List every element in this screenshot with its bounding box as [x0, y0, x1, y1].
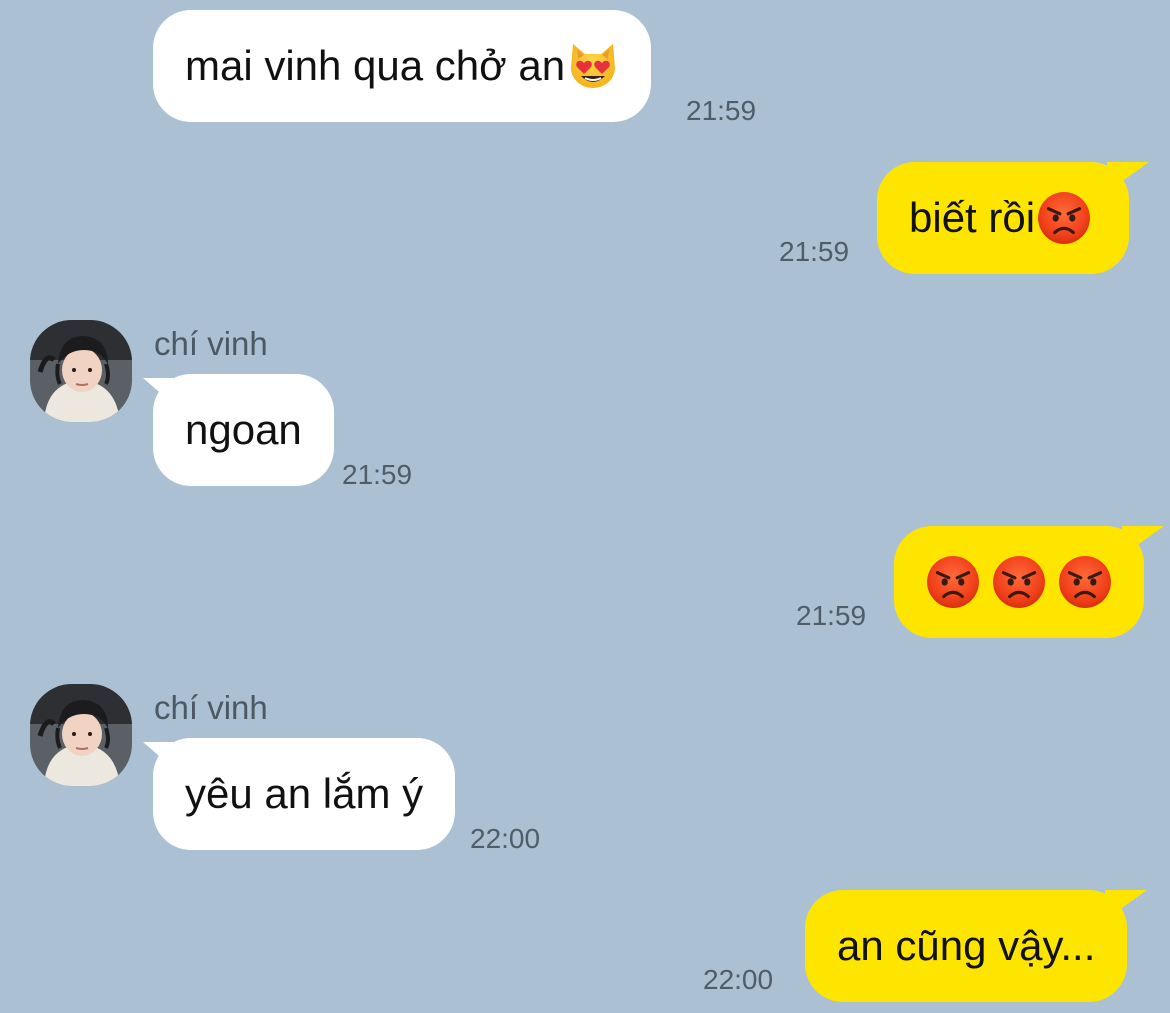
profile-photo — [30, 684, 132, 786]
angry-face-icon — [1037, 191, 1091, 245]
angry-face-icon — [1058, 555, 1112, 609]
bubble-tail — [143, 378, 173, 404]
message-bubble-incoming[interactable]: mai vinh qua chở an — [153, 10, 652, 122]
message-time: 21:59 — [796, 600, 867, 631]
message-time: 21:59 — [779, 236, 850, 267]
bubble-tail — [143, 742, 173, 768]
bubble-tail — [1105, 890, 1148, 920]
sender-name: chí vinh — [154, 689, 268, 726]
bubble-tail — [1107, 162, 1150, 192]
angry-face-icon — [926, 555, 980, 609]
profile-photo — [30, 320, 132, 422]
message-bubble-outgoing[interactable]: biết rồi — [877, 162, 1150, 274]
sender-name: chí vinh — [154, 325, 268, 362]
message-text: yêu an lắm ý — [185, 770, 424, 817]
message-bubble-outgoing[interactable] — [894, 526, 1164, 638]
heart-eyes-cat-icon — [567, 40, 619, 92]
message-text: mai vinh qua chở an — [185, 42, 566, 89]
message-bubble-incoming[interactable]: ngoan — [143, 374, 334, 486]
bubble-tail — [1122, 526, 1164, 556]
angry-face-icon — [992, 555, 1046, 609]
emoji-row — [926, 555, 1112, 609]
message-time: 21:59 — [342, 459, 413, 490]
message-text: an cũng vậy... — [837, 922, 1096, 969]
message-text: ngoan — [185, 406, 302, 453]
message-time: 22:00 — [470, 823, 541, 854]
message-time: 21:59 — [686, 95, 757, 126]
message-text: biết rồi — [909, 194, 1036, 241]
message-bubble-incoming[interactable]: yêu an lắm ý — [143, 738, 456, 850]
avatar[interactable] — [30, 684, 132, 786]
message-bubble-outgoing[interactable]: an cũng vậy... — [805, 890, 1148, 1002]
avatar[interactable] — [30, 320, 132, 422]
message-time: 22:00 — [703, 964, 774, 995]
